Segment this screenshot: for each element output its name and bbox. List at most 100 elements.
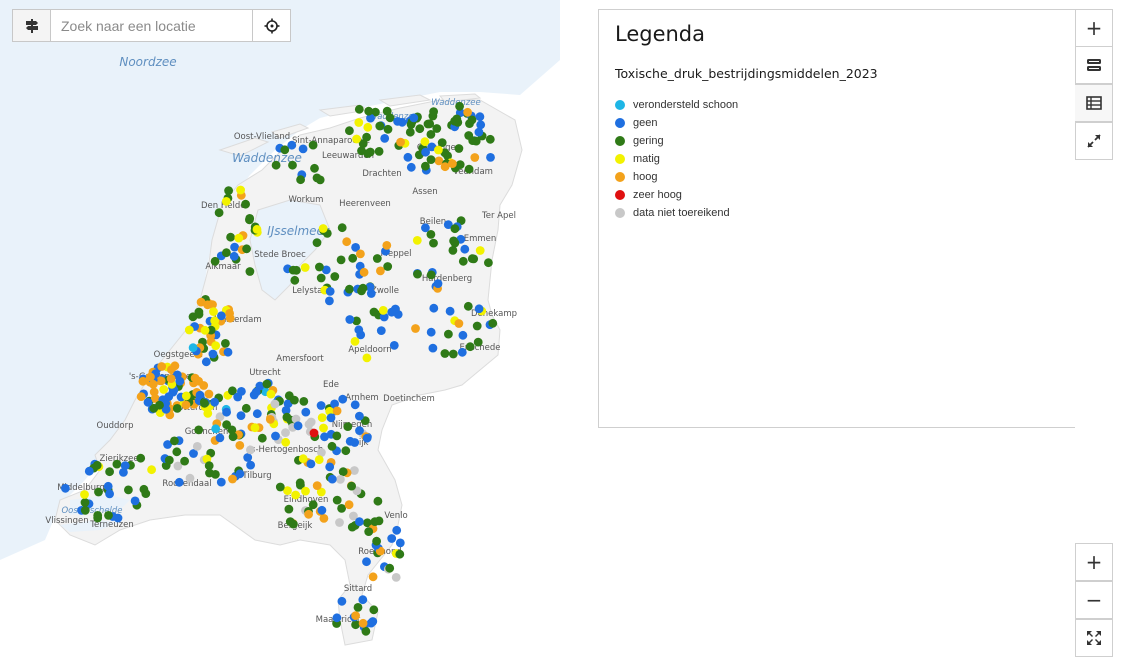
- measurement-point[interactable]: [395, 538, 405, 548]
- measurement-point[interactable]: [454, 319, 464, 328]
- measurement-point[interactable]: [301, 486, 310, 496]
- measurement-point[interactable]: [233, 392, 243, 402]
- measurement-point[interactable]: [174, 477, 184, 487]
- measurement-point[interactable]: [188, 312, 198, 322]
- measurement-point[interactable]: [262, 379, 272, 389]
- measurement-point[interactable]: [208, 349, 218, 359]
- measurement-point[interactable]: [204, 461, 214, 471]
- measurement-point[interactable]: [387, 307, 397, 317]
- measurement-point[interactable]: [112, 459, 122, 469]
- measurement-point[interactable]: [316, 401, 326, 410]
- measurement-point[interactable]: [80, 490, 89, 499]
- measurement-point[interactable]: [318, 224, 328, 233]
- measurement-point[interactable]: [332, 613, 342, 623]
- measurement-point[interactable]: [181, 400, 191, 410]
- measurement-point[interactable]: [368, 617, 378, 626]
- measurement-point[interactable]: [157, 362, 167, 371]
- measurement-point[interactable]: [312, 481, 322, 490]
- measurement-point[interactable]: [454, 144, 464, 153]
- measurement-point[interactable]: [409, 113, 419, 123]
- measurement-point[interactable]: [365, 147, 375, 157]
- measurement-point[interactable]: [166, 374, 176, 383]
- measurement-point[interactable]: [347, 481, 356, 491]
- measurement-point[interactable]: [320, 432, 329, 442]
- measurement-point[interactable]: [403, 152, 413, 162]
- measurement-point[interactable]: [194, 425, 204, 435]
- add-button[interactable]: +: [1075, 9, 1113, 47]
- measurement-point[interactable]: [359, 267, 369, 277]
- measurement-point[interactable]: [211, 341, 221, 351]
- measurement-point[interactable]: [364, 106, 374, 116]
- measurement-point[interactable]: [147, 465, 157, 475]
- measurement-point[interactable]: [275, 482, 285, 492]
- measurement-point[interactable]: [374, 516, 384, 526]
- measurement-point[interactable]: [358, 595, 368, 605]
- measurement-point[interactable]: [332, 431, 342, 441]
- measurement-point[interactable]: [463, 301, 473, 311]
- measurement-point[interactable]: [383, 262, 393, 271]
- measurement-point[interactable]: [209, 307, 218, 316]
- measurement-point[interactable]: [308, 140, 318, 150]
- measurement-point[interactable]: [470, 153, 480, 162]
- measurement-point[interactable]: [405, 127, 415, 137]
- measurement-point[interactable]: [291, 490, 300, 500]
- measurement-point[interactable]: [223, 347, 233, 357]
- measurement-point[interactable]: [395, 549, 405, 559]
- measurement-point[interactable]: [200, 325, 210, 335]
- measurement-point[interactable]: [215, 433, 225, 443]
- measurement-point[interactable]: [270, 399, 280, 409]
- measurement-point[interactable]: [426, 327, 436, 337]
- measurement-point[interactable]: [84, 466, 94, 476]
- measurement-point[interactable]: [336, 255, 346, 265]
- measurement-point[interactable]: [382, 241, 392, 250]
- measurement-point[interactable]: [373, 496, 383, 506]
- measurement-point[interactable]: [312, 238, 322, 248]
- measurement-point[interactable]: [80, 506, 90, 515]
- measurement-point[interactable]: [164, 455, 174, 465]
- measurement-point[interactable]: [113, 513, 123, 523]
- measurement-point[interactable]: [382, 106, 392, 116]
- measurement-point[interactable]: [226, 232, 236, 242]
- measurement-point[interactable]: [376, 266, 385, 276]
- measurement-point[interactable]: [467, 115, 477, 125]
- measurement-point[interactable]: [280, 145, 290, 155]
- measurement-point[interactable]: [201, 357, 211, 367]
- measurement-point[interactable]: [326, 413, 336, 423]
- measurement-point[interactable]: [421, 223, 430, 233]
- measurement-point[interactable]: [199, 381, 209, 390]
- measurement-point[interactable]: [387, 534, 397, 543]
- measurement-point[interactable]: [210, 397, 220, 407]
- measurement-point[interactable]: [372, 536, 381, 546]
- measurement-point[interactable]: [341, 446, 351, 456]
- measurement-point[interactable]: [393, 117, 402, 126]
- measurement-point[interactable]: [246, 445, 255, 455]
- measurement-point[interactable]: [354, 104, 364, 114]
- measurement-point[interactable]: [415, 124, 425, 134]
- measurement-point[interactable]: [180, 456, 190, 466]
- measurement-point[interactable]: [105, 489, 114, 499]
- measurement-point[interactable]: [372, 254, 382, 263]
- measurement-point[interactable]: [374, 147, 384, 156]
- measurement-point[interactable]: [227, 425, 237, 435]
- measurement-point[interactable]: [434, 145, 443, 155]
- measurement-point[interactable]: [385, 563, 395, 573]
- measurement-point[interactable]: [444, 329, 453, 339]
- measurement-point[interactable]: [298, 144, 308, 154]
- measurement-point[interactable]: [316, 273, 326, 283]
- measurement-point[interactable]: [488, 318, 498, 328]
- measurement-point[interactable]: [221, 339, 230, 348]
- measurement-point[interactable]: [170, 436, 179, 446]
- measurement-point[interactable]: [288, 160, 297, 170]
- measurement-point[interactable]: [472, 321, 482, 331]
- measurement-point[interactable]: [351, 611, 360, 620]
- measurement-point[interactable]: [317, 413, 327, 422]
- measurement-point[interactable]: [369, 605, 379, 615]
- measurement-point[interactable]: [458, 330, 468, 340]
- measurement-point[interactable]: [230, 242, 240, 252]
- measurement-point[interactable]: [236, 411, 246, 420]
- measurement-point[interactable]: [300, 263, 310, 272]
- measurement-point[interactable]: [252, 225, 262, 234]
- measurement-point[interactable]: [345, 315, 355, 324]
- measurement-point[interactable]: [80, 498, 90, 507]
- measurement-point[interactable]: [355, 426, 364, 435]
